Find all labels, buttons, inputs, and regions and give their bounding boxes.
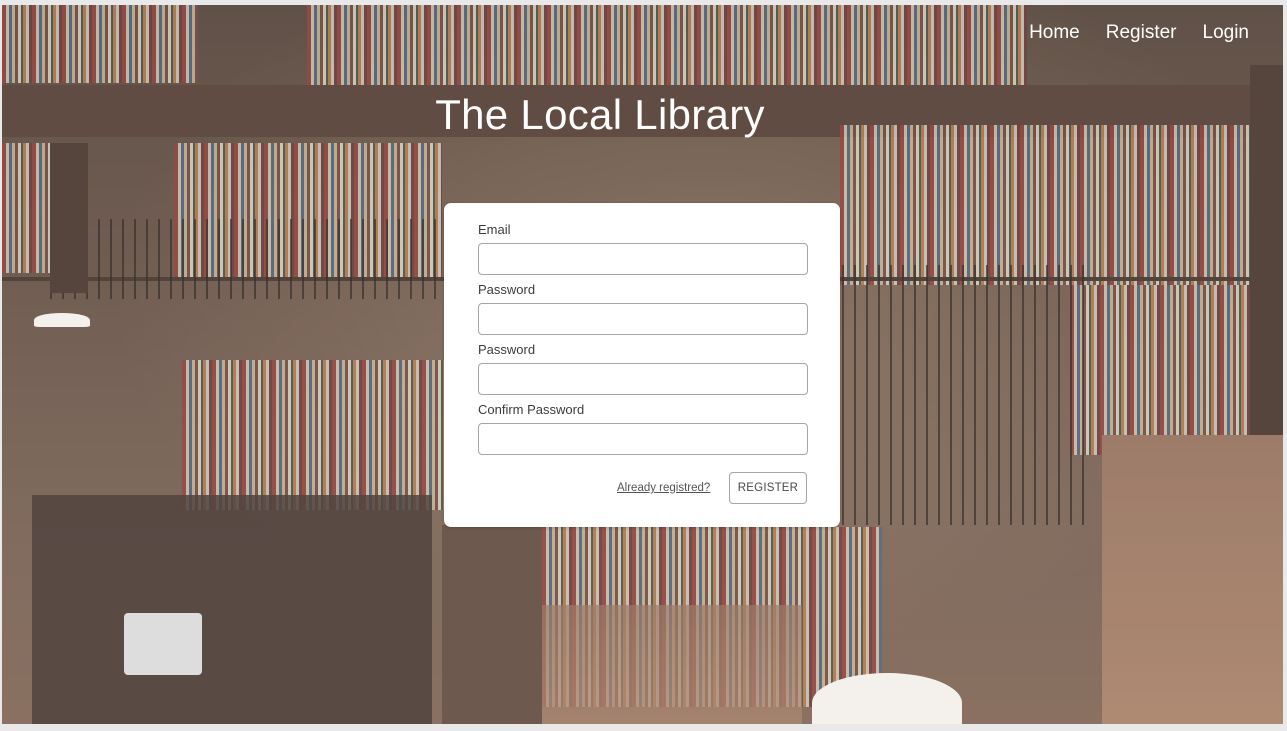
- password-field-2[interactable]: [478, 363, 808, 395]
- register-button[interactable]: REGISTER: [729, 472, 807, 504]
- email-field-group: Email: [478, 221, 808, 275]
- password-field-group: Password: [478, 281, 808, 335]
- nav-login-link[interactable]: Login: [1203, 22, 1250, 44]
- password-field[interactable]: [478, 303, 808, 335]
- password-label: Password: [478, 282, 536, 297]
- email-label: Email: [478, 222, 511, 237]
- password-label-2: Password: [478, 342, 536, 357]
- nav-home-link[interactable]: Home: [1029, 22, 1080, 44]
- nav-register-link[interactable]: Register: [1106, 22, 1177, 44]
- confirm-password-label: Confirm Password: [478, 402, 585, 417]
- register-form-card: Email Password Password Confirm Password…: [444, 203, 840, 527]
- confirm-password-field[interactable]: [478, 423, 808, 455]
- page-frame: Home Register Login The Local Library Em…: [2, 5, 1283, 724]
- email-field[interactable]: [478, 243, 808, 275]
- password-field-group-2: Password: [478, 341, 808, 395]
- confirm-password-field-group: Confirm Password: [478, 401, 808, 455]
- already-registered-link[interactable]: Already registred?: [617, 482, 710, 494]
- top-nav: Home Register Login: [1029, 22, 1249, 44]
- page-title: The Local Library: [435, 91, 765, 138]
